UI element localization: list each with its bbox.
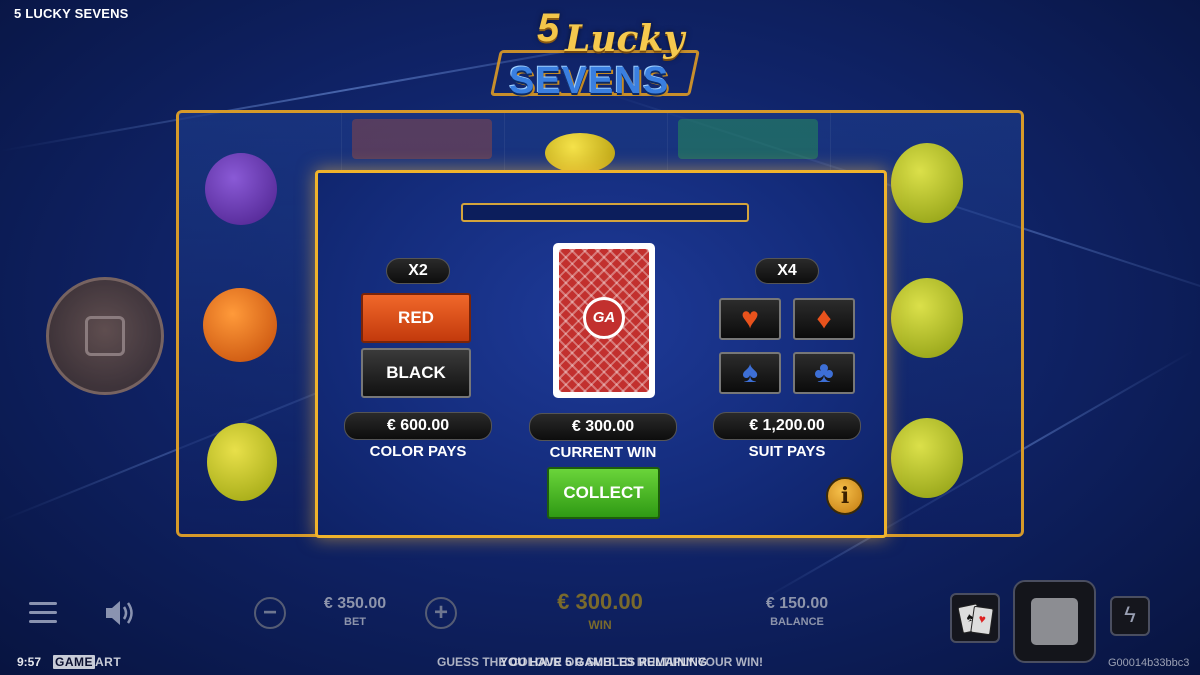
dollar-symbol xyxy=(678,119,818,159)
gameart-logo-icon: GA xyxy=(583,297,625,339)
gamble-dialog: X2 RED BLACK € 600.00 COLOR PAYS GA € 30… xyxy=(315,170,887,538)
bet-label: BET xyxy=(344,616,366,628)
game-title: 5 LUCKY SEVENS xyxy=(14,6,129,21)
logo-lucky: Lucky xyxy=(565,18,685,60)
bet-increase-button[interactable]: + xyxy=(425,597,457,629)
game-id: G00014b33bbc3 xyxy=(1108,657,1190,669)
diamonds-button[interactable]: ♦ xyxy=(793,298,855,340)
pear-symbol xyxy=(891,143,963,223)
brand-right: ART xyxy=(95,655,122,669)
logo-number: 5 xyxy=(537,6,560,50)
provider-logo: GAME ART xyxy=(53,655,121,669)
pear-symbol xyxy=(891,278,963,358)
current-win-label: CURRENT WIN xyxy=(549,444,657,461)
autoplay-round-button[interactable] xyxy=(46,277,164,395)
color-pays-value: € 600.00 xyxy=(344,412,492,440)
game-logo: 5 Lucky SEVENS xyxy=(487,4,707,114)
spades-button[interactable]: ♠ xyxy=(719,352,781,394)
suit-pays-label: SUIT PAYS xyxy=(748,443,826,460)
win-label: WIN xyxy=(588,618,612,632)
color-pays-label: COLOR PAYS xyxy=(369,443,467,460)
info-button[interactable]: i xyxy=(826,477,864,515)
win-value: € 300.00 xyxy=(557,589,643,614)
collect-button[interactable]: COLLECT xyxy=(547,467,660,519)
seven-symbol xyxy=(352,119,492,159)
gamble-cards-button[interactable]: ♠ ♥ xyxy=(950,593,1000,643)
plum-symbol xyxy=(205,153,277,225)
menu-icon[interactable] xyxy=(29,602,57,624)
suit-pays-value: € 1,200.00 xyxy=(713,412,861,440)
playing-card: GA xyxy=(553,243,655,398)
stop-icon xyxy=(85,316,125,356)
color-multiplier-badge: X2 xyxy=(386,258,450,284)
balance-value: € 150.00 xyxy=(765,595,829,612)
bet-value: € 350.00 xyxy=(323,595,387,612)
clock: 9:57 xyxy=(17,655,42,669)
spin-button[interactable] xyxy=(1013,580,1096,663)
red-button[interactable]: RED xyxy=(361,293,471,343)
suit-multiplier-badge: X4 xyxy=(755,258,819,284)
heart-card-icon: ♥ xyxy=(970,605,994,636)
black-button[interactable]: BLACK xyxy=(361,348,471,398)
pear-symbol xyxy=(207,423,277,501)
bet-decrease-button[interactable]: − xyxy=(254,597,286,629)
lemon-symbol xyxy=(545,133,615,173)
stop-icon xyxy=(1031,598,1078,645)
current-win-value: € 300.00 xyxy=(529,413,677,441)
balance-label: BALANCE xyxy=(770,616,824,628)
hearts-button[interactable]: ♥ xyxy=(719,298,781,340)
pear-symbol xyxy=(891,418,963,498)
volume-icon[interactable] xyxy=(103,598,137,628)
card-back: GA xyxy=(559,249,649,392)
logo-sevens: SEVENS xyxy=(509,60,670,102)
clubs-button[interactable]: ♣ xyxy=(793,352,855,394)
brand-left: GAME xyxy=(53,655,95,669)
orange-symbol xyxy=(203,288,277,362)
message-ticker: GUESS THE COLOUR OR SUIT TO MULTIPLY YOU… xyxy=(380,655,820,671)
ticker-gambles-remaining: YOU HAVE 5 GAMBLES REMAINING xyxy=(500,655,708,669)
gamble-history-bar xyxy=(461,203,749,222)
turbo-lightning-icon[interactable]: ϟ xyxy=(1110,596,1150,636)
